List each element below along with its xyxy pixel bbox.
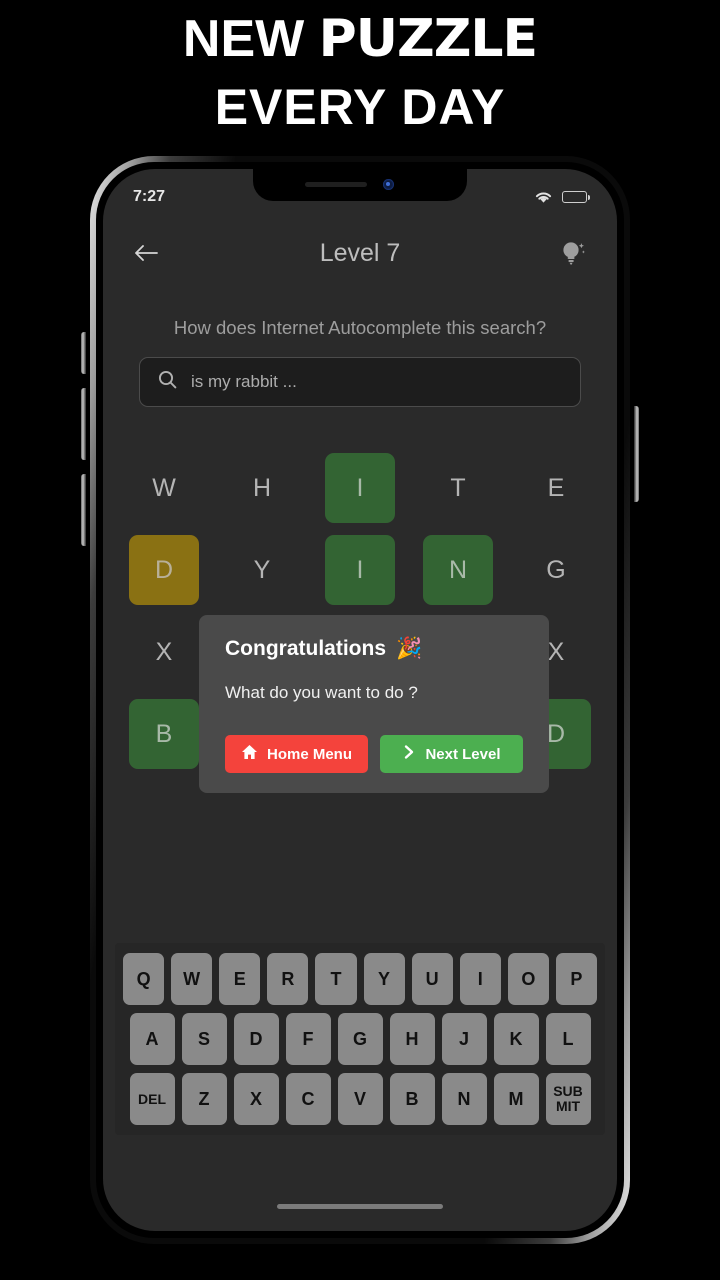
- key-z[interactable]: Z: [181, 1073, 227, 1125]
- lightbulb-hint-icon[interactable]: [555, 235, 591, 271]
- chevron-right-icon: [402, 744, 416, 764]
- key-submit-line-1: SUB: [553, 1083, 583, 1100]
- letter-cell[interactable]: E: [521, 453, 591, 523]
- letter-cell[interactable]: H: [227, 453, 297, 523]
- letter-cell[interactable]: I: [325, 453, 395, 523]
- letter-cell[interactable]: Y: [227, 535, 297, 605]
- promo-headline-line-2: EVERY DAY: [214, 78, 506, 135]
- letter-cell[interactable]: W: [129, 453, 199, 523]
- key-e[interactable]: E: [219, 953, 261, 1005]
- key-l[interactable]: L: [545, 1013, 591, 1065]
- key-c[interactable]: C: [285, 1073, 331, 1125]
- phone-mockup: 7:27 Level 7 How does Internet Autocompl…: [81, 156, 639, 1244]
- phone-volume-up-button: [81, 388, 86, 460]
- phone-bezel: 7:27 Level 7 How does Internet Autocompl…: [96, 162, 624, 1238]
- key-b[interactable]: B: [389, 1073, 435, 1125]
- key-g[interactable]: G: [337, 1013, 383, 1065]
- key-y[interactable]: Y: [363, 953, 405, 1005]
- key-t[interactable]: T: [315, 953, 357, 1005]
- letter-cell[interactable]: G: [521, 535, 591, 605]
- next-level-button-label: Next Level: [425, 745, 501, 763]
- key-i[interactable]: I: [459, 953, 501, 1005]
- status-bar-time: 7:27: [133, 188, 166, 205]
- promo-headline-line-1: NEW PUZZLE: [182, 9, 538, 69]
- key-j[interactable]: J: [441, 1013, 487, 1065]
- congratulations-dialog: Congratulations 🎉 What do you want to do…: [199, 615, 549, 793]
- key-d[interactable]: D: [233, 1013, 279, 1065]
- keyboard-row-1: Q W E R T Y U I O P: [123, 953, 597, 1005]
- phone-screen: 7:27 Level 7 How does Internet Autocompl…: [103, 169, 617, 1231]
- phone-notch: [253, 169, 467, 201]
- home-icon: [241, 744, 258, 764]
- letter-cell[interactable]: B: [129, 699, 199, 769]
- phone-silent-switch: [81, 332, 86, 374]
- dialog-subtitle: What do you want to do ?: [225, 683, 418, 702]
- letter-cell[interactable]: N: [423, 535, 493, 605]
- key-q[interactable]: Q: [123, 953, 165, 1005]
- letter-cell[interactable]: D: [129, 535, 199, 605]
- letter-grid-row: W H I T E: [129, 453, 591, 523]
- search-input-value: is my rabbit ...: [191, 372, 297, 391]
- key-delete[interactable]: DEL: [129, 1073, 175, 1125]
- phone-power-button: [634, 406, 639, 502]
- promo-word-new: NEW: [182, 10, 319, 68]
- search-icon: [158, 370, 177, 394]
- key-h[interactable]: H: [389, 1013, 435, 1065]
- puzzle-question: How does Internet Autocomplete this sear…: [173, 317, 547, 338]
- key-k[interactable]: K: [493, 1013, 539, 1065]
- dialog-title-text: Congratulations: [225, 637, 386, 660]
- key-x[interactable]: X: [233, 1073, 279, 1125]
- key-n[interactable]: N: [441, 1073, 487, 1125]
- key-v[interactable]: V: [337, 1073, 383, 1125]
- phone-volume-down-button: [81, 474, 86, 546]
- key-r[interactable]: R: [267, 953, 309, 1005]
- key-submit-line-2: MIT: [555, 1098, 581, 1114]
- key-m[interactable]: M: [493, 1073, 539, 1125]
- app-header: Level 7: [103, 221, 617, 285]
- keyboard-row-2: A S D F G H J K L: [123, 1013, 597, 1065]
- battery-full-icon: [562, 191, 590, 203]
- next-level-button[interactable]: Next Level: [380, 735, 523, 773]
- key-w[interactable]: W: [171, 953, 213, 1005]
- letter-cell[interactable]: T: [423, 453, 493, 523]
- back-arrow-icon[interactable]: [129, 236, 163, 270]
- key-f[interactable]: F: [285, 1013, 331, 1065]
- key-s[interactable]: S: [181, 1013, 227, 1065]
- status-bar-indicators: [534, 190, 590, 204]
- page-title: Level 7: [319, 238, 401, 267]
- keyboard-row-3: DEL Z X C V B N M SUB MIT: [123, 1073, 597, 1125]
- on-screen-keyboard: Q W E R T Y U I O P A S D F G H J K L DE…: [115, 943, 605, 1135]
- key-submit[interactable]: SUB MIT: [545, 1073, 591, 1125]
- party-popper-icon: 🎉: [396, 637, 423, 660]
- dialog-actions: Home Menu Next Level: [225, 735, 523, 773]
- promo-banner: NEW PUZZLE EVERY DAY: [0, 0, 720, 152]
- key-p[interactable]: P: [555, 953, 597, 1005]
- letter-grid-row: D Y I N G: [129, 535, 591, 605]
- promo-word-puzzle: PUZZLE: [318, 9, 538, 69]
- home-menu-button[interactable]: Home Menu: [225, 735, 368, 773]
- dialog-title: Congratulations 🎉: [225, 637, 523, 661]
- front-camera-icon: [383, 179, 394, 190]
- earpiece-speaker: [305, 182, 367, 187]
- home-indicator[interactable]: [277, 1204, 443, 1209]
- home-menu-button-label: Home Menu: [266, 745, 352, 763]
- key-u[interactable]: U: [411, 953, 453, 1005]
- key-a[interactable]: A: [129, 1013, 175, 1065]
- search-input[interactable]: is my rabbit ...: [139, 357, 581, 407]
- key-o[interactable]: O: [507, 953, 549, 1005]
- letter-cell[interactable]: X: [129, 617, 199, 687]
- wifi-icon: [534, 190, 553, 204]
- letter-cell[interactable]: I: [325, 535, 395, 605]
